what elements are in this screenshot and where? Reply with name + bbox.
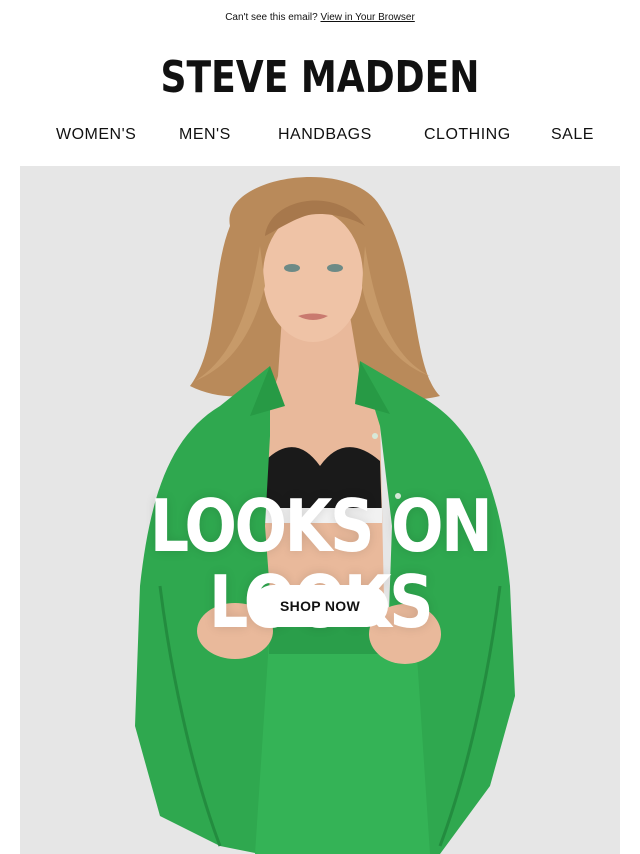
preheader-text: Can't see this email? <box>225 12 318 23</box>
hero-banner[interactable]: LOOKS ON LOOKS SHOP NOW <box>20 166 620 854</box>
nav-item-mens[interactable]: MEN'S <box>179 126 231 144</box>
nav-item-womens[interactable]: WOMEN'S <box>56 126 136 144</box>
nav-item-clothing[interactable]: CLOTHING <box>424 126 511 144</box>
shop-now-button[interactable]: SHOP NOW <box>252 585 388 627</box>
preheader: Can't see this email? View in Your Brows… <box>0 12 640 23</box>
view-in-browser-link[interactable]: View in Your Browser <box>320 12 414 23</box>
nav-item-handbags[interactable]: HANDBAGS <box>278 126 372 144</box>
brand-logo[interactable]: STEVE MADDEN <box>58 50 583 106</box>
main-nav: WOMEN'S MEN'S HANDBAGS CLOTHING SALE <box>0 126 640 150</box>
nav-item-sale[interactable]: SALE <box>551 126 594 144</box>
